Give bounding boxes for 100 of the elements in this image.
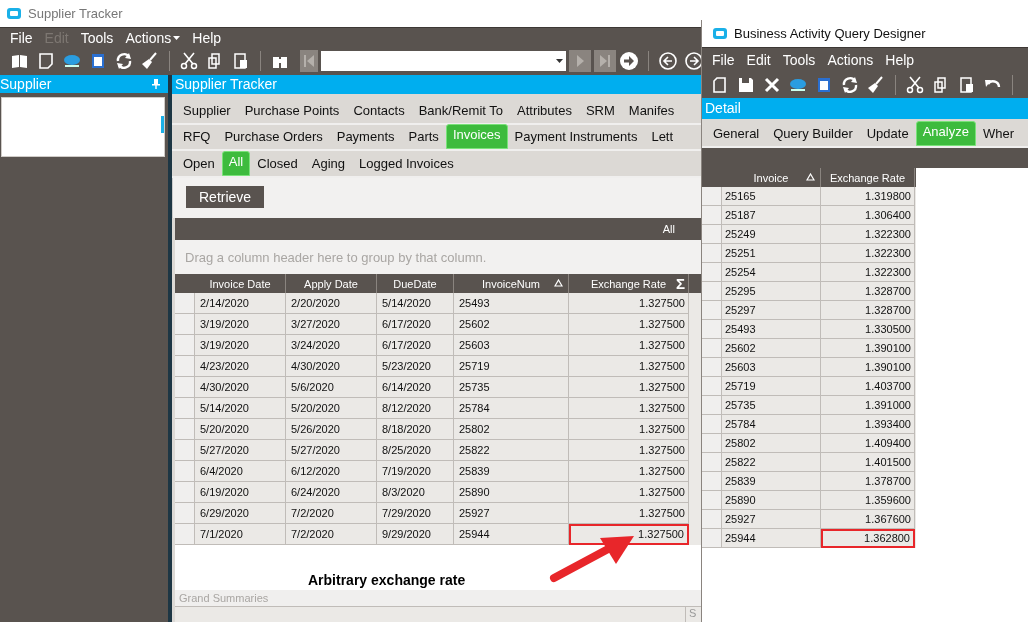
menu-item[interactable]: Help <box>186 30 228 46</box>
menu-item[interactable]: Help <box>879 51 921 68</box>
row-selector[interactable] <box>175 377 195 398</box>
row-selector[interactable] <box>702 377 722 396</box>
table-cell: 6/24/2020 <box>286 482 377 503</box>
retrieve-button[interactable]: Retrieve <box>186 186 265 208</box>
row-selector[interactable] <box>702 434 722 453</box>
tab[interactable]: Payments <box>329 126 402 149</box>
forward-icon[interactable] <box>684 50 704 71</box>
table-cell: 1.327500 <box>569 398 689 419</box>
scissors-icon[interactable] <box>905 74 925 95</box>
row-selector[interactable] <box>702 358 722 377</box>
menu-item[interactable]: File <box>4 30 39 46</box>
row-selector[interactable] <box>702 187 722 206</box>
next-record-icon[interactable] <box>569 49 591 72</box>
record-field[interactable] <box>321 50 566 71</box>
tab[interactable]: Attributes <box>510 100 579 123</box>
table-cell: 1.327500 <box>569 440 689 461</box>
row-selector[interactable] <box>175 419 195 440</box>
row-selector[interactable] <box>175 398 195 419</box>
back-icon[interactable] <box>658 50 678 71</box>
table-cell: 1.322300 <box>821 244 915 263</box>
table-cell: 25822 <box>722 453 821 472</box>
row-selector[interactable] <box>175 356 195 377</box>
last-record-icon[interactable] <box>594 49 616 72</box>
tab[interactable]: Aging <box>304 153 352 176</box>
tab[interactable]: Closed <box>250 153 305 176</box>
tab[interactable]: Payment Instruments <box>507 126 645 149</box>
table-cell: 8/12/2020 <box>377 398 454 419</box>
row-selector[interactable] <box>702 472 722 491</box>
row-selector[interactable] <box>702 282 722 301</box>
group-hint: Drag a column header here to group by that column. <box>185 249 487 265</box>
column-header[interactable]: DueDate <box>377 274 454 293</box>
row-selector[interactable] <box>702 263 722 282</box>
tab[interactable]: Lett <box>644 126 681 149</box>
row-selector[interactable] <box>175 314 195 335</box>
row-selector[interactable] <box>175 440 195 461</box>
table-cell: 25493 <box>722 320 821 339</box>
tab[interactable]: Supplier <box>176 100 238 123</box>
column-header[interactable]: Apply Date <box>286 274 377 293</box>
broom-icon[interactable] <box>866 74 886 95</box>
table-cell: 6/14/2020 <box>377 377 454 398</box>
tab[interactable]: Update <box>859 123 916 146</box>
tab[interactable]: Bank/Remit To <box>411 100 510 123</box>
tab[interactable]: RFQ <box>176 126 218 149</box>
row-selector[interactable] <box>702 415 722 434</box>
menu-item[interactable]: Edit <box>740 51 777 68</box>
row-selector[interactable] <box>175 503 195 524</box>
pin-icon[interactable] <box>152 79 160 89</box>
menu-item[interactable]: Tools <box>776 51 822 68</box>
table-cell: 1.327500 <box>569 503 689 524</box>
note-icon[interactable] <box>36 50 56 71</box>
row-selector[interactable] <box>702 396 722 415</box>
column-header[interactable]: Invoice <box>722 168 821 187</box>
row-selector[interactable] <box>175 524 195 545</box>
row-selector[interactable] <box>702 244 722 263</box>
menu-item[interactable]: File <box>706 51 741 68</box>
row-selector[interactable] <box>702 529 722 548</box>
row-selector[interactable] <box>175 461 195 482</box>
tab[interactable]: Query Builder <box>766 123 860 146</box>
column-header[interactable]: Exchange Rate Σ <box>569 274 689 293</box>
row-selector[interactable] <box>175 482 195 503</box>
row-selector[interactable] <box>175 293 195 314</box>
scrollbar-thumb[interactable] <box>161 116 164 133</box>
sort-icon <box>806 173 815 181</box>
menu-item[interactable]: Actions <box>821 51 880 68</box>
first-record-icon[interactable] <box>300 49 318 72</box>
tab[interactable]: Purchase Points <box>237 100 347 123</box>
go-icon[interactable] <box>619 50 639 71</box>
broom-icon[interactable] <box>140 50 160 71</box>
tab[interactable]: Purchase Orders <box>217 126 330 149</box>
row-selector[interactable] <box>702 320 722 339</box>
tab[interactable]: SRM <box>578 100 622 123</box>
caret-icon <box>173 36 181 40</box>
tab[interactable]: Logged Invoices <box>352 153 461 176</box>
tab[interactable]: Contacts <box>346 100 412 123</box>
list-box[interactable] <box>1 97 165 157</box>
row-selector[interactable] <box>702 339 722 358</box>
row-selector[interactable] <box>702 206 722 225</box>
tab[interactable]: Manifes <box>621 100 682 123</box>
row-selector[interactable] <box>175 335 195 356</box>
row-selector[interactable] <box>702 301 722 320</box>
refresh-icon[interactable] <box>114 50 134 71</box>
row-selector[interactable] <box>702 491 722 510</box>
tab[interactable]: Wher <box>975 123 1021 146</box>
row-selector[interactable] <box>702 225 722 244</box>
menu-item[interactable]: Actions <box>119 30 187 46</box>
table-cell: 25839 <box>722 472 821 491</box>
column-header[interactable]: Exchange Rate <box>821 168 915 187</box>
row-selector[interactable] <box>702 510 722 529</box>
table-cell: 25254 <box>722 263 821 282</box>
column-header[interactable]: Invoice Date <box>195 274 286 293</box>
row-selector[interactable] <box>702 453 722 472</box>
scissors-icon[interactable] <box>179 50 199 71</box>
column-header[interactable]: InvoiceNum <box>454 274 569 293</box>
refresh-icon[interactable] <box>840 74 860 95</box>
tab[interactable]: Open <box>176 153 222 176</box>
menu-item[interactable]: Tools <box>74 30 120 46</box>
tab[interactable]: Parts <box>401 126 446 149</box>
tab[interactable]: General <box>706 123 767 146</box>
